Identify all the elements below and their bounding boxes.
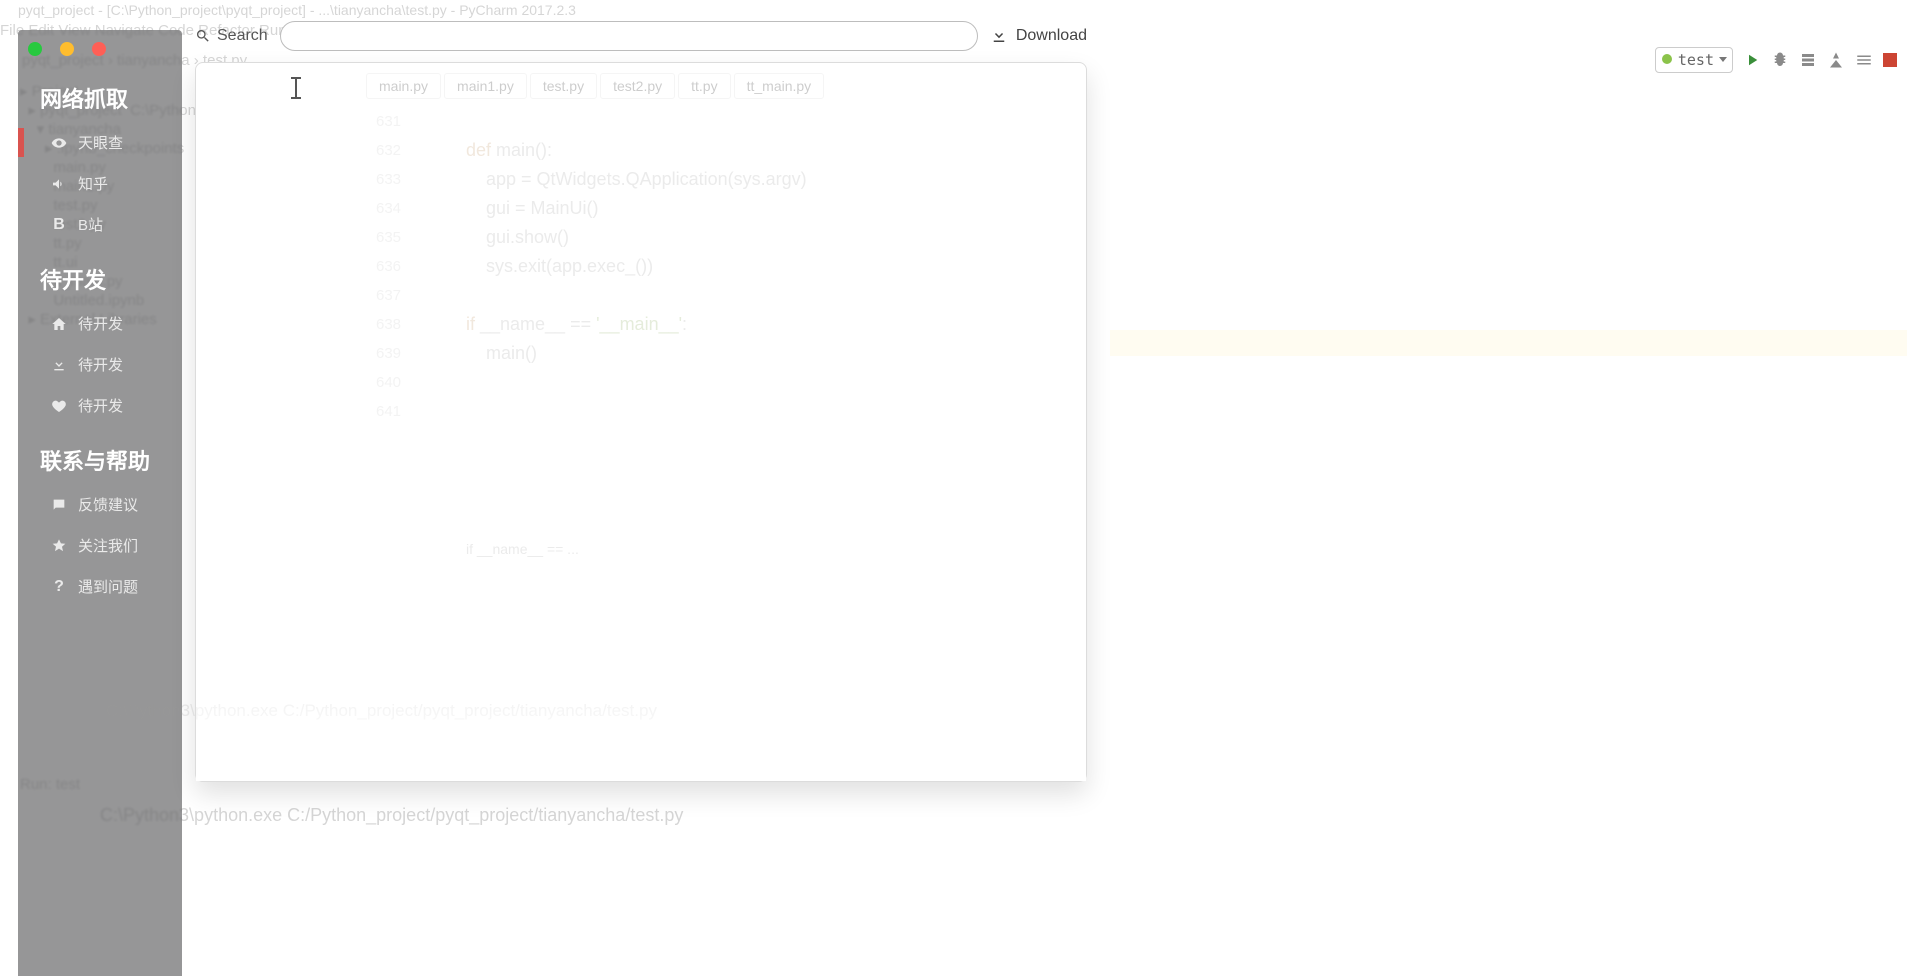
sidebar-item-label: 遇到问题: [78, 576, 138, 597]
sidebar-item-label: 天眼查: [78, 132, 123, 153]
eye-icon: [50, 135, 68, 151]
close-button[interactable]: [92, 42, 106, 56]
sidebar-section-title: 联系与帮助: [18, 426, 182, 484]
download-icon: [990, 27, 1008, 45]
maximize-button[interactable]: [60, 42, 74, 56]
sidebar-item-label: 待开发: [78, 395, 123, 416]
text-cursor-icon: [295, 77, 297, 99]
search-label: Search: [195, 27, 268, 45]
search-icon: [195, 28, 211, 44]
sidebar-item-label: 知乎: [78, 173, 108, 194]
sidebar-item-bullhorn[interactable]: 知乎: [18, 163, 182, 204]
sidebar-item-home[interactable]: 待开发: [18, 303, 182, 344]
sidebar-item-label: 待开发: [78, 313, 123, 334]
sidebar: 网络抓取 天眼查 知乎 B B站 待开发 待开发 待开发 待开发 联系与帮助 反…: [18, 30, 182, 976]
question-icon: ?: [50, 578, 68, 596]
sidebar-item-label: 反馈建议: [78, 494, 138, 515]
chat-icon: [50, 497, 68, 513]
star-icon: [50, 538, 68, 554]
download-button[interactable]: Download: [990, 27, 1087, 45]
sidebar-item-download[interactable]: 待开发: [18, 344, 182, 385]
sidebar-item-question[interactable]: ? 遇到问题: [18, 566, 182, 607]
home-icon: [50, 316, 68, 332]
sidebar-section-title: 待开发: [18, 245, 182, 303]
sidebar-item-label: B站: [78, 214, 103, 235]
letter-b-icon: B: [50, 216, 68, 234]
sidebar-item-eye[interactable]: 天眼查: [18, 122, 182, 163]
minimize-button[interactable]: [28, 42, 42, 56]
sidebar-item-label: 待开发: [78, 354, 123, 375]
sidebar-item-star[interactable]: 关注我们: [18, 525, 182, 566]
download-icon: [50, 357, 68, 373]
bullhorn-icon: [50, 176, 68, 192]
sidebar-item-heart[interactable]: 待开发: [18, 385, 182, 426]
top-bar: Search Download: [195, 20, 1087, 52]
sidebar-item-chat[interactable]: 反馈建议: [18, 484, 182, 525]
search-input[interactable]: [280, 21, 978, 51]
sidebar-section-title: 网络抓取: [18, 64, 182, 122]
window-controls: [18, 30, 182, 64]
heart-icon: [50, 398, 68, 414]
main-panel: main.pymain1.pytest.pytest2.pytt.pytt_ma…: [195, 62, 1087, 782]
sidebar-item-label: 关注我们: [78, 535, 138, 556]
sidebar-item-letter-b[interactable]: B B站: [18, 204, 182, 245]
